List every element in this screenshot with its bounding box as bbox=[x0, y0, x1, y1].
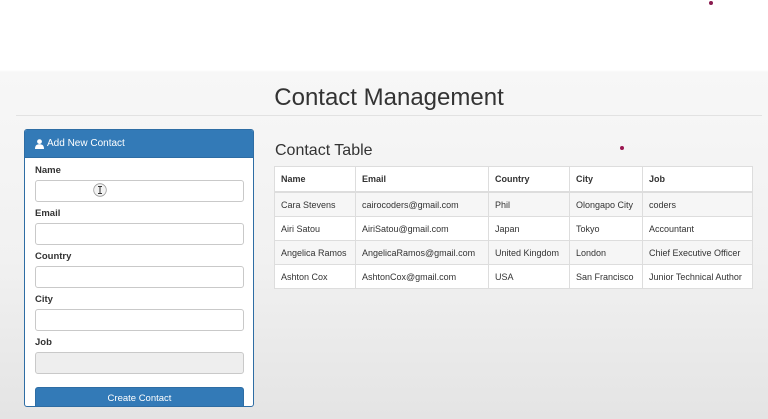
column-header-email: Email bbox=[355, 166, 489, 193]
add-contact-panel: Add New Contact Name Email Country City … bbox=[24, 129, 254, 407]
column-header-name: Name bbox=[274, 166, 356, 193]
cell-name: Ashton Cox bbox=[274, 264, 356, 289]
job-field[interactable] bbox=[35, 352, 244, 374]
cell-email: AiriSatou@gmail.com bbox=[355, 216, 489, 241]
cell-city: Olongapo City bbox=[569, 191, 643, 217]
name-field-wrapper bbox=[35, 180, 244, 202]
contact-table: Name Email Country City Job Cara Stevens… bbox=[274, 166, 753, 289]
cell-country: Japan bbox=[488, 216, 570, 241]
column-header-city: City bbox=[569, 166, 643, 193]
table-row: Airi Satou AiriSatou@gmail.com Japan Tok… bbox=[274, 216, 753, 241]
cell-email: AngelicaRamos@gmail.com bbox=[355, 240, 489, 265]
text-cursor-icon bbox=[93, 183, 107, 197]
panel-heading-label: Add New Contact bbox=[47, 138, 125, 149]
email-label: Email bbox=[35, 208, 61, 219]
user-icon bbox=[35, 138, 44, 149]
decorative-dot bbox=[709, 1, 713, 5]
country-field[interactable] bbox=[35, 266, 244, 288]
cell-job: Accountant bbox=[642, 216, 753, 241]
cell-country: USA bbox=[488, 264, 570, 289]
cell-country: United Kingdom bbox=[488, 240, 570, 265]
name-field[interactable] bbox=[35, 180, 244, 202]
cell-city: London bbox=[569, 240, 643, 265]
table-row: Cara Stevens cairocoders@gmail.com Phil … bbox=[274, 191, 753, 217]
cell-city: Tokyo bbox=[569, 216, 643, 241]
cell-name: Angelica Ramos bbox=[274, 240, 356, 265]
contact-form: Name Email Country City Job Create Conta… bbox=[25, 158, 253, 406]
cell-email: AshtonCox@gmail.com bbox=[355, 264, 489, 289]
cell-job: coders bbox=[642, 191, 753, 217]
page-title: Contact Management bbox=[274, 84, 504, 111]
city-label: City bbox=[35, 294, 53, 305]
table-title: Contact Table bbox=[275, 142, 373, 159]
table-row: Ashton Cox AshtonCox@gmail.com USA San F… bbox=[274, 264, 753, 289]
email-field[interactable] bbox=[35, 223, 244, 245]
cell-city: San Francisco bbox=[569, 264, 643, 289]
cell-job: Chief Executive Officer bbox=[642, 240, 753, 265]
city-field[interactable] bbox=[35, 309, 244, 331]
table-row: Angelica Ramos AngelicaRamos@gmail.com U… bbox=[274, 240, 753, 265]
cell-email: cairocoders@gmail.com bbox=[355, 191, 489, 217]
country-label: Country bbox=[35, 251, 72, 262]
create-contact-button[interactable]: Create Contact bbox=[35, 387, 244, 406]
table-header-row: Name Email Country City Job bbox=[274, 166, 753, 193]
column-header-job: Job bbox=[642, 166, 753, 193]
cell-name: Airi Satou bbox=[274, 216, 356, 241]
decorative-dot bbox=[620, 146, 624, 150]
cell-country: Phil bbox=[488, 191, 570, 217]
column-header-country: Country bbox=[488, 166, 570, 193]
page-header: Contact Management bbox=[16, 73, 762, 116]
job-label: Job bbox=[35, 337, 52, 348]
cell-name: Cara Stevens bbox=[274, 191, 356, 217]
panel-heading: Add New Contact bbox=[25, 130, 253, 158]
name-label: Name bbox=[35, 165, 61, 176]
cell-job: Junior Technical Author bbox=[642, 264, 753, 289]
